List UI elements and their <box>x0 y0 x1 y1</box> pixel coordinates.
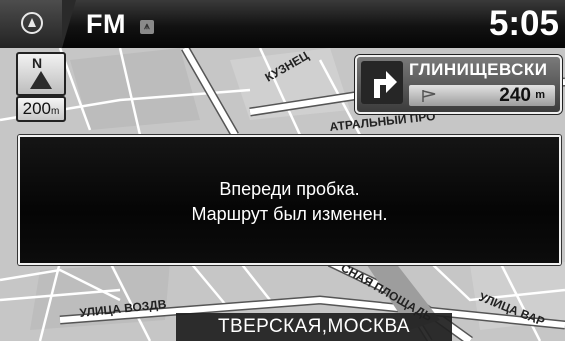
flag-icon <box>422 90 436 102</box>
north-arrow-icon <box>30 71 52 89</box>
turn-right-icon <box>361 61 403 104</box>
home-button[interactable] <box>0 0 76 48</box>
scale-unit: m <box>51 106 60 117</box>
navigation-screen: КУЗНЕЦ АТРАЛЬНЫЙ ПРО СНАЯ ПЛОЩАДЬ УЛИЦА … <box>0 0 565 341</box>
next-street-name: ГЛИНИЩЕВСКИ <box>409 60 548 79</box>
compass-north-label: N <box>32 55 43 71</box>
distance-bar: 240 m <box>409 85 555 106</box>
current-road-label: ТВЕРСКАЯ,МОСКВА <box>176 313 452 341</box>
next-turn-guidance[interactable]: ГЛИНИЩЕВСКИ 240 m <box>355 55 562 114</box>
home-icon <box>21 12 43 34</box>
antenna-icon: ⩚ <box>140 20 154 34</box>
distance-unit: m <box>535 89 545 101</box>
map-scale[interactable]: 200m <box>16 96 66 122</box>
popup-message: Впереди пробка. Маршрут был изменен. <box>20 177 559 227</box>
status-bar: FM ⩚ 5:05 <box>0 0 565 48</box>
popup-line-2: Маршрут был изменен. <box>191 204 388 224</box>
compass-button[interactable]: N <box>16 52 66 96</box>
popup-line-1: Впереди пробка. <box>219 179 360 199</box>
clock: 5:05 <box>488 4 559 43</box>
scale-value: 200 <box>22 99 52 118</box>
distance-value: 240 <box>499 85 531 106</box>
audio-source: FM <box>86 9 126 39</box>
traffic-reroute-popup[interactable]: Впереди пробка. Маршрут был изменен. <box>18 135 561 265</box>
